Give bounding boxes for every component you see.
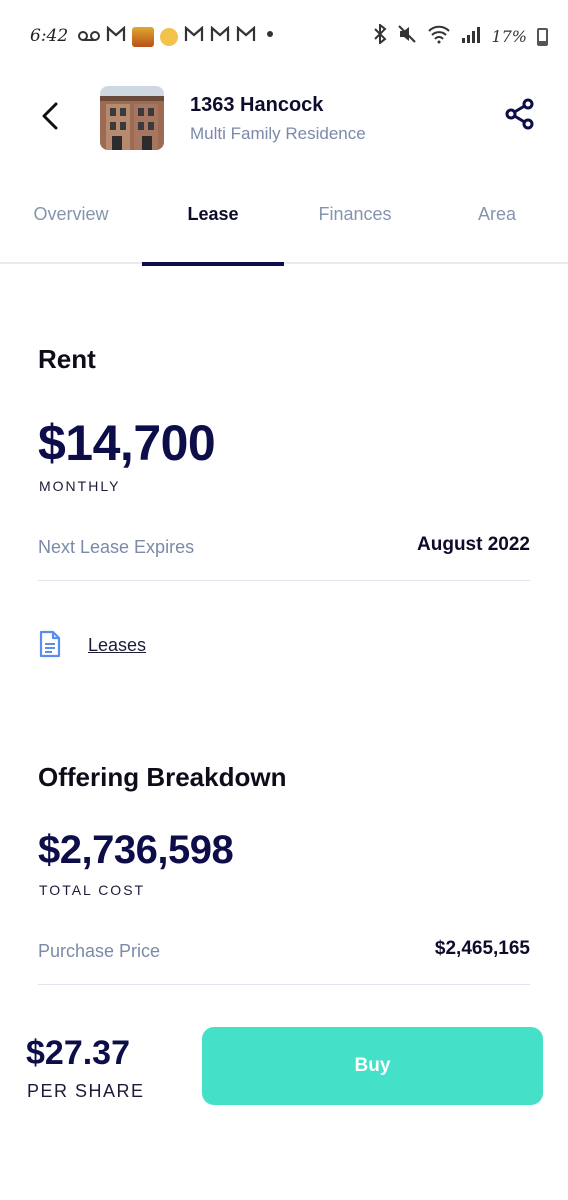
battery-icon — [537, 27, 548, 46]
tab-finances[interactable]: Finances — [284, 186, 426, 264]
rent-value: $14,700 — [38, 415, 216, 471]
property-header: 1363 Hancock Multi Family Residence — [0, 72, 568, 168]
leases-link[interactable]: Leases — [88, 635, 146, 656]
bluetooth-icon — [373, 22, 387, 49]
property-title: 1363 Hancock — [190, 94, 324, 116]
next-lease-value: August 2022 — [417, 534, 530, 555]
tab-area[interactable]: Area — [426, 186, 568, 264]
back-button[interactable] — [28, 94, 72, 138]
share-price-caption: PER SHARE — [27, 1081, 145, 1101]
purchase-price-label: Purchase Price — [38, 941, 161, 961]
tab-bar: Overview Lease Finances Area — [0, 186, 568, 266]
gmail-icon — [106, 25, 126, 47]
rent-caption: MONTHLY — [39, 478, 121, 494]
chevron-left-icon — [42, 102, 58, 130]
gmail-icon — [210, 25, 230, 47]
rent-heading: Rent — [38, 344, 96, 374]
share-button[interactable] — [502, 96, 538, 132]
dot-icon — [262, 26, 278, 47]
document-icon — [39, 630, 61, 658]
divider — [38, 580, 530, 581]
tab-overview[interactable]: Overview — [0, 186, 142, 264]
total-cost-value: $2,736,598 — [38, 828, 234, 872]
divider — [38, 984, 530, 985]
battery-percent: 17% — [491, 27, 527, 46]
tab-lease[interactable]: Lease — [142, 186, 284, 266]
app-thumb-icon — [132, 26, 154, 47]
status-bar: 6:42 17% — [0, 0, 568, 72]
status-time: 6:42 — [30, 26, 69, 46]
next-lease-label: Next Lease Expires — [38, 537, 195, 557]
signal-icon — [461, 25, 481, 48]
voicemail-icon — [78, 26, 100, 47]
offering-heading: Offering Breakdown — [38, 762, 287, 792]
property-thumbnail — [100, 86, 164, 150]
total-cost-caption: TOTAL COST — [39, 882, 146, 898]
gmail-icon — [184, 25, 204, 47]
mute-icon — [397, 24, 417, 49]
system-icons: 17% — [373, 22, 548, 49]
purchase-price-value: $2,465,165 — [434, 938, 530, 959]
wifi-icon — [427, 24, 451, 49]
property-type: Multi Family Residence — [190, 124, 366, 143]
buy-button[interactable]: Buy — [202, 1027, 543, 1105]
face-emoji-icon — [160, 27, 178, 46]
notification-icons — [78, 25, 278, 47]
share-price: $27.37 — [26, 1034, 130, 1072]
share-icon — [505, 98, 534, 130]
gmail-icon — [236, 25, 256, 47]
